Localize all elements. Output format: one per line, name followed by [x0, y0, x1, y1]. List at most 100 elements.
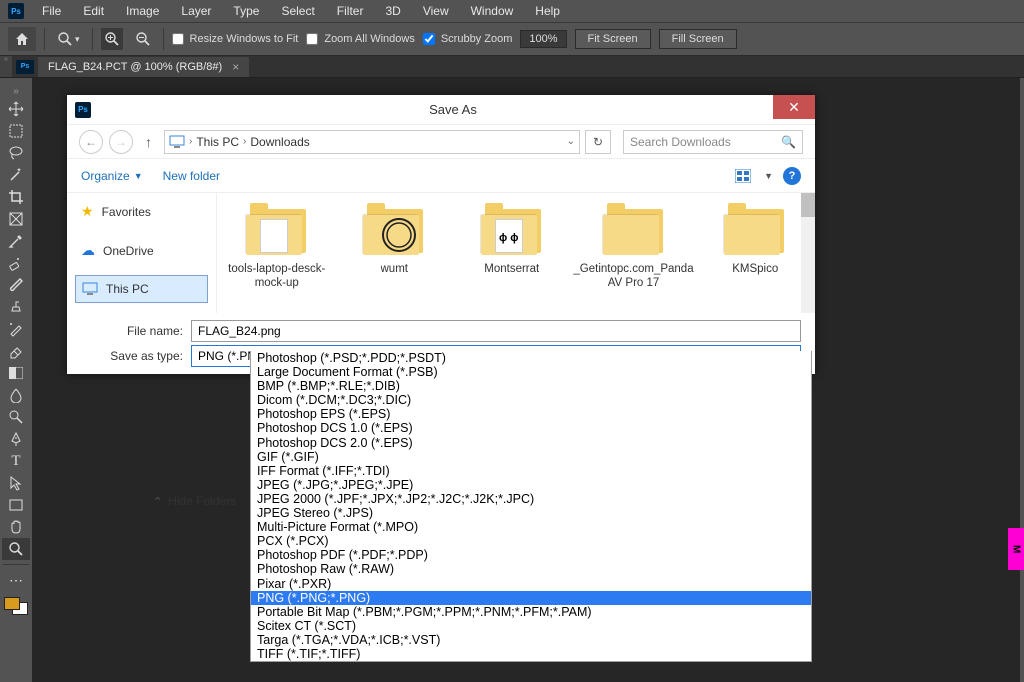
blur-tool[interactable]: [2, 384, 30, 406]
zoom-in-icon[interactable]: [101, 28, 123, 50]
brush-tool[interactable]: [2, 274, 30, 296]
file-type-option[interactable]: TIFF (*.TIF;*.TIFF): [251, 647, 811, 661]
magic-wand-tool[interactable]: [2, 164, 30, 186]
file-type-option[interactable]: Photoshop EPS (*.EPS): [251, 407, 811, 421]
healing-brush-tool[interactable]: [2, 252, 30, 274]
file-type-option[interactable]: Pixar (*.PXR): [251, 577, 811, 591]
menu-3d[interactable]: 3D: [375, 2, 410, 20]
search-input[interactable]: Search Downloads 🔍: [623, 130, 803, 154]
file-type-option[interactable]: PCX (*.PCX): [251, 534, 811, 548]
menu-window[interactable]: Window: [461, 2, 524, 20]
forward-button[interactable]: →: [109, 130, 133, 154]
panel-collapse-icon[interactable]: »: [13, 86, 19, 96]
right-panel-edge[interactable]: [1020, 78, 1024, 682]
menu-file[interactable]: File: [32, 2, 71, 20]
resize-windows-checkbox[interactable]: Resize Windows to Fit: [172, 33, 299, 45]
file-type-option[interactable]: JPEG Stereo (*.JPS): [251, 506, 811, 520]
clone-stamp-tool[interactable]: [2, 296, 30, 318]
file-name-input[interactable]: [191, 320, 801, 342]
crop-tool[interactable]: [2, 186, 30, 208]
foreground-color-swatch[interactable]: [4, 597, 20, 610]
dialog-title-bar[interactable]: Ps Save As ✕: [67, 95, 815, 125]
file-type-option[interactable]: Photoshop Raw (*.RAW): [251, 562, 811, 576]
zoom-percent-field[interactable]: 100%: [520, 30, 566, 48]
history-brush-tool[interactable]: [2, 318, 30, 340]
sidebar-onedrive[interactable]: ☁OneDrive: [75, 236, 208, 265]
chevron-down-icon[interactable]: ⌄: [567, 136, 575, 147]
scrubby-zoom-checkbox[interactable]: Scrubby Zoom: [423, 33, 513, 45]
right-panel-label[interactable]: M: [1008, 528, 1024, 570]
document-tab[interactable]: FLAG_B24.PCT @ 100% (RGB/8#) ×: [38, 57, 249, 77]
file-type-option[interactable]: Photoshop PDF (*.PDF;*.PDP): [251, 548, 811, 562]
help-button[interactable]: ?: [783, 167, 801, 185]
fill-screen-button[interactable]: Fill Screen: [659, 29, 737, 49]
path-selection-tool[interactable]: [2, 472, 30, 494]
file-type-option[interactable]: JPEG 2000 (*.JPF;*.JPX;*.JP2;*.J2C;*.J2K…: [251, 492, 811, 506]
menu-help[interactable]: Help: [525, 2, 570, 20]
close-button[interactable]: ✕: [773, 95, 815, 119]
tab-handle[interactable]: »: [0, 56, 12, 77]
pen-tool[interactable]: [2, 428, 30, 450]
new-folder-button[interactable]: New folder: [163, 169, 220, 183]
marquee-tool[interactable]: [2, 120, 30, 142]
eraser-tool[interactable]: [2, 340, 30, 362]
menu-filter[interactable]: Filter: [327, 2, 374, 20]
zoom-tool[interactable]: [2, 538, 30, 560]
sidebar-this-pc[interactable]: This PC: [75, 275, 208, 303]
eyedropper-tool[interactable]: [2, 230, 30, 252]
rectangle-tool[interactable]: [2, 494, 30, 516]
menu-select[interactable]: Select: [271, 2, 324, 20]
type-tool[interactable]: T: [2, 450, 30, 472]
hand-tool[interactable]: [2, 516, 30, 538]
file-browser[interactable]: tools-laptop-desck-mock-up wumt ϕ ϕ Mont…: [217, 193, 815, 313]
up-button[interactable]: ↑: [139, 134, 158, 150]
file-type-option[interactable]: Targa (*.TGA;*.VDA;*.ICB;*.VST): [251, 633, 811, 647]
scrollbar-thumb[interactable]: [801, 193, 815, 217]
file-type-option[interactable]: JPEG (*.JPG;*.JPEG;*.JPE): [251, 478, 811, 492]
file-type-option[interactable]: PNG (*.PNG;*.PNG): [251, 591, 811, 605]
menu-image[interactable]: Image: [116, 2, 169, 20]
edit-toolbar[interactable]: ⋯: [2, 569, 30, 591]
home-button[interactable]: [8, 27, 36, 51]
gradient-tool[interactable]: [2, 362, 30, 384]
back-button[interactable]: ←: [79, 130, 103, 154]
folder-item[interactable]: _Getintopc.com_Panda AV Pro 17: [580, 201, 688, 305]
breadcrumb-folder[interactable]: Downloads: [250, 135, 309, 149]
file-type-option[interactable]: Photoshop DCS 2.0 (*.EPS): [251, 436, 811, 450]
file-type-option[interactable]: GIF (*.GIF): [251, 450, 811, 464]
file-type-option[interactable]: Scitex CT (*.SCT): [251, 619, 811, 633]
organize-button[interactable]: Organize ▼: [81, 169, 143, 183]
file-type-option[interactable]: Photoshop DCS 1.0 (*.EPS): [251, 421, 811, 435]
scrollbar[interactable]: [801, 193, 815, 313]
file-type-option[interactable]: Dicom (*.DCM;*.DC3;*.DIC): [251, 393, 811, 407]
menu-layer[interactable]: Layer: [171, 2, 221, 20]
zoom-all-windows-checkbox[interactable]: Zoom All Windows: [306, 33, 414, 45]
view-mode-button[interactable]: [732, 165, 754, 187]
breadcrumb-bar[interactable]: › This PC › Downloads ⌄: [164, 130, 580, 154]
folder-item[interactable]: tools-laptop-desck-mock-up: [227, 201, 327, 305]
file-type-option[interactable]: Photoshop (*.PSD;*.PDD;*.PSDT): [251, 351, 811, 365]
file-type-option[interactable]: Large Document Format (*.PSB): [251, 365, 811, 379]
menu-view[interactable]: View: [413, 2, 459, 20]
menu-type[interactable]: Type: [223, 2, 269, 20]
close-tab-icon[interactable]: ×: [232, 60, 239, 74]
file-type-option[interactable]: Multi-Picture Format (*.MPO): [251, 520, 811, 534]
file-type-option[interactable]: BMP (*.BMP;*.RLE;*.DIB): [251, 379, 811, 393]
file-type-dropdown[interactable]: Photoshop (*.PSD;*.PDD;*.PSDT)Large Docu…: [250, 351, 812, 662]
file-type-option[interactable]: IFF Format (*.IFF;*.TDI): [251, 464, 811, 478]
sidebar-favorites[interactable]: ★Favorites: [75, 197, 208, 226]
dodge-tool[interactable]: [2, 406, 30, 428]
color-swatches[interactable]: [4, 597, 28, 615]
refresh-button[interactable]: ↻: [585, 130, 611, 154]
zoom-out-icon[interactable]: [131, 31, 155, 47]
lasso-tool[interactable]: [2, 142, 30, 164]
frame-tool[interactable]: [2, 208, 30, 230]
fit-screen-button[interactable]: Fit Screen: [575, 29, 651, 49]
menu-edit[interactable]: Edit: [73, 2, 114, 20]
folder-item[interactable]: KMSpico: [706, 201, 806, 305]
folder-item[interactable]: ϕ ϕ Montserrat: [462, 201, 562, 305]
move-tool[interactable]: [2, 98, 30, 120]
chevron-down-icon[interactable]: ▼: [764, 171, 773, 181]
zoom-tool-icon[interactable]: ▾: [53, 31, 84, 47]
file-type-option[interactable]: Portable Bit Map (*.PBM;*.PGM;*.PPM;*.PN…: [251, 605, 811, 619]
